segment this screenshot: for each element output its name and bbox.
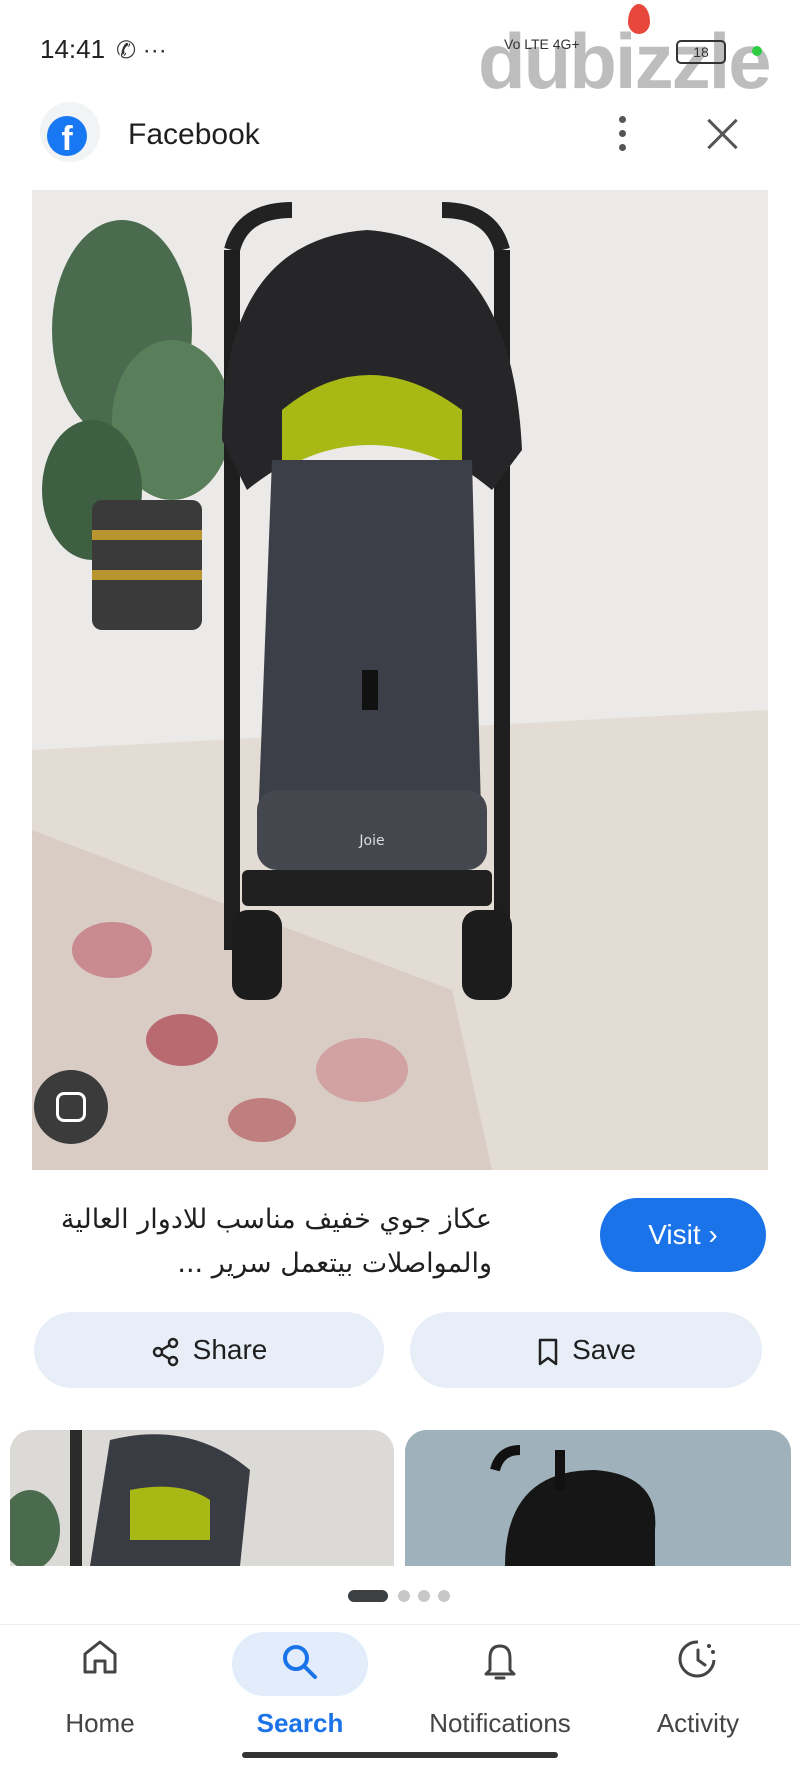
more-options-icon[interactable] <box>612 116 632 156</box>
share-icon <box>152 1337 178 1366</box>
watermark-drop-icon <box>628 4 650 34</box>
result-caption[interactable]: عكاز جوي خفيف مناسب للادوار العالية والم… <box>32 1198 492 1286</box>
stroller-photo: Joie <box>32 190 768 1170</box>
visit-button[interactable]: Visit › <box>600 1198 766 1272</box>
nav-search-label: Search <box>256 1708 344 1738</box>
network-label: Vo LTE 4G+ <box>504 36 580 52</box>
close-icon[interactable] <box>704 116 740 152</box>
save-label: Save <box>572 1334 636 1365</box>
related-image-1[interactable] <box>10 1430 394 1566</box>
nav-activity[interactable]: Activity <box>608 1630 788 1739</box>
status-left-icons: ✆ ··· <box>116 37 167 64</box>
stroller-brand-label: Joie <box>358 833 384 849</box>
nav-notifications[interactable]: Notifications <box>410 1630 590 1739</box>
nav-notifications-label: Notifications <box>429 1708 571 1738</box>
result-image[interactable]: Joie <box>32 190 768 1170</box>
carousel-dot-active <box>348 1590 388 1602</box>
carousel-dot <box>438 1590 450 1602</box>
bell-icon <box>410 1630 590 1690</box>
nav-home[interactable]: Home <box>10 1630 190 1739</box>
nav-activity-label: Activity <box>656 1708 740 1738</box>
gesture-home-bar[interactable] <box>242 1752 558 1758</box>
bookmark-icon <box>538 1338 558 1365</box>
save-button[interactable]: Save <box>410 1312 762 1388</box>
search-icon <box>210 1630 390 1690</box>
nav-search[interactable]: Search <box>210 1630 390 1739</box>
battery-indicator: 18 <box>676 40 726 64</box>
source-title[interactable]: Facebook <box>128 118 260 152</box>
privacy-dot-icon <box>752 46 762 56</box>
related-stroller-photo-2 <box>405 1430 791 1566</box>
dubizzle-watermark: dubizzle <box>478 17 772 105</box>
related-image-2[interactable] <box>405 1430 791 1566</box>
related-stroller-photo-1 <box>10 1430 394 1566</box>
carousel-dot <box>398 1590 410 1602</box>
home-icon <box>10 1630 190 1690</box>
share-button[interactable]: Share <box>34 1312 384 1388</box>
activity-icon <box>608 1630 788 1690</box>
nav-home-label: Home <box>65 1708 135 1738</box>
lens-icon <box>56 1092 86 1122</box>
share-label: Share <box>192 1334 268 1365</box>
carousel-dot <box>418 1590 430 1602</box>
lens-search-button[interactable] <box>34 1070 108 1144</box>
facebook-logo-icon: f <box>47 116 87 158</box>
status-time: 14:41 <box>40 34 106 64</box>
